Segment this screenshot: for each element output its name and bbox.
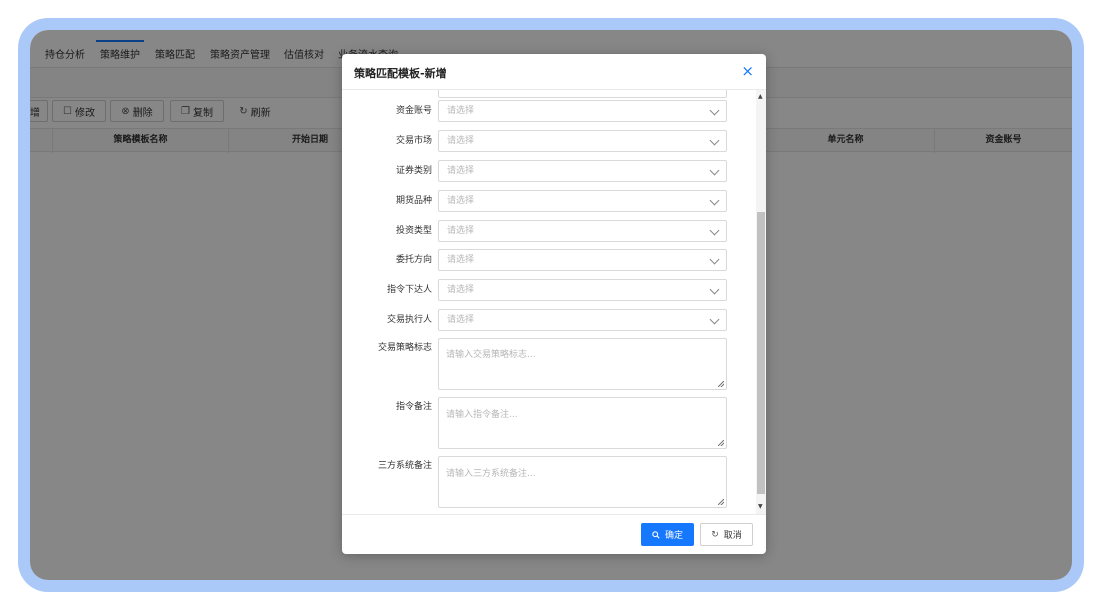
refresh-icon: ↻ [711, 529, 719, 540]
field-label: 委托方向 [395, 255, 432, 265]
field-label: 三方系统备注 [377, 461, 432, 471]
dialog-header: 策略匹配模板-新增 × [342, 54, 766, 90]
resize-handle-icon[interactable] [718, 381, 724, 387]
field-label: 交易策略标志 [377, 343, 432, 353]
dialog-body: 资金账号 请选择 交易市场 请选择 证券类别 请选择 期货品种 请选择 投资类型… [342, 90, 756, 514]
instruction-issuer-select[interactable]: 请选择 [438, 279, 727, 301]
field-label: 证券类别 [395, 166, 432, 176]
textarea-placeholder: 请输入交易策略标志... [446, 350, 536, 360]
resize-handle-icon[interactable] [718, 440, 724, 446]
select-placeholder: 请选择 [447, 226, 475, 236]
scroll-down-icon[interactable]: ▼ [758, 504, 763, 510]
dialog-scrollbar[interactable]: ▲ ▼ [756, 90, 766, 514]
field-label: 期货品种 [395, 196, 432, 206]
field-label: 资金账号 [395, 106, 432, 116]
cancel-button[interactable]: ↻ 取消 [700, 523, 753, 546]
select-placeholder: 请选择 [447, 136, 475, 146]
chevron-down-icon [709, 284, 720, 295]
resize-handle-icon[interactable] [718, 499, 724, 505]
partial-select[interactable] [438, 90, 727, 98]
select-placeholder: 请选择 [447, 106, 475, 116]
field-label: 交易执行人 [386, 315, 432, 325]
confirm-button[interactable]: 确定 [641, 523, 694, 546]
textarea-placeholder: 请输入指令备注... [446, 410, 518, 420]
trade-executor-select[interactable]: 请选择 [438, 309, 727, 331]
select-placeholder: 请选择 [447, 315, 475, 325]
third-party-remark-textarea[interactable]: 请输入三方系统备注... [438, 456, 727, 508]
chevron-down-icon [709, 314, 720, 325]
trading-market-select[interactable]: 请选择 [438, 130, 727, 152]
field-label: 交易市场 [395, 136, 432, 146]
chevron-down-icon [709, 254, 720, 265]
field-label: 投资类型 [395, 226, 432, 236]
fund-account-select[interactable]: 请选择 [438, 100, 727, 122]
close-icon[interactable]: × [741, 62, 754, 80]
trading-strategy-flag-textarea[interactable]: 请输入交易策略标志... [438, 338, 727, 390]
field-label: 指令下达人 [386, 285, 432, 295]
dialog-title: 策略匹配模板-新增 [354, 67, 447, 80]
chevron-down-icon [709, 135, 720, 146]
futures-variety-select[interactable]: 请选择 [438, 190, 727, 212]
select-placeholder: 请选择 [447, 196, 475, 206]
investment-type-select[interactable]: 请选择 [438, 220, 727, 242]
chevron-down-icon [709, 195, 720, 206]
dialog-footer: 确定 ↻ 取消 [342, 514, 766, 554]
security-category-select[interactable]: 请选择 [438, 160, 727, 182]
strategy-template-add-dialog: 策略匹配模板-新增 × 资金账号 请选择 交易市场 请选择 证券类别 请选择 期… [342, 54, 766, 554]
textarea-placeholder: 请输入三方系统备注... [446, 469, 536, 479]
cancel-button-label: 取消 [723, 531, 742, 541]
search-icon [652, 530, 660, 539]
chevron-down-icon [709, 225, 720, 236]
select-placeholder: 请选择 [447, 166, 475, 176]
order-direction-select[interactable]: 请选择 [438, 249, 727, 271]
chevron-down-icon [709, 165, 720, 176]
instruction-remark-textarea[interactable]: 请输入指令备注... [438, 397, 727, 449]
scrollbar-thumb[interactable] [757, 212, 765, 494]
confirm-button-label: 确定 [664, 531, 683, 541]
select-placeholder: 请选择 [447, 285, 475, 295]
chevron-down-icon [709, 105, 720, 116]
field-label: 指令备注 [395, 402, 432, 412]
scroll-up-icon[interactable]: ▲ [758, 94, 763, 100]
select-placeholder: 请选择 [447, 255, 475, 265]
